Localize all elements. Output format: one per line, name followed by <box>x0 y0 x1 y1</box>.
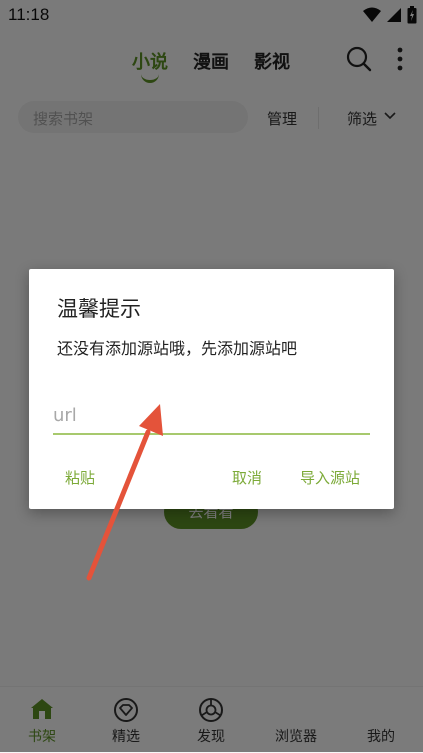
dialog-message: 还没有添加源站哦，先添加源站吧 <box>57 339 298 358</box>
url-input[interactable] <box>53 397 370 435</box>
dialog-title: 温馨提示 <box>57 297 141 321</box>
add-source-dialog: 温馨提示 还没有添加源站哦，先添加源站吧 粘贴 取消 导入源站 <box>29 269 394 509</box>
cancel-button[interactable]: 取消 <box>232 467 262 488</box>
paste-button[interactable]: 粘贴 <box>65 467 95 488</box>
import-source-button[interactable]: 导入源站 <box>300 467 360 488</box>
